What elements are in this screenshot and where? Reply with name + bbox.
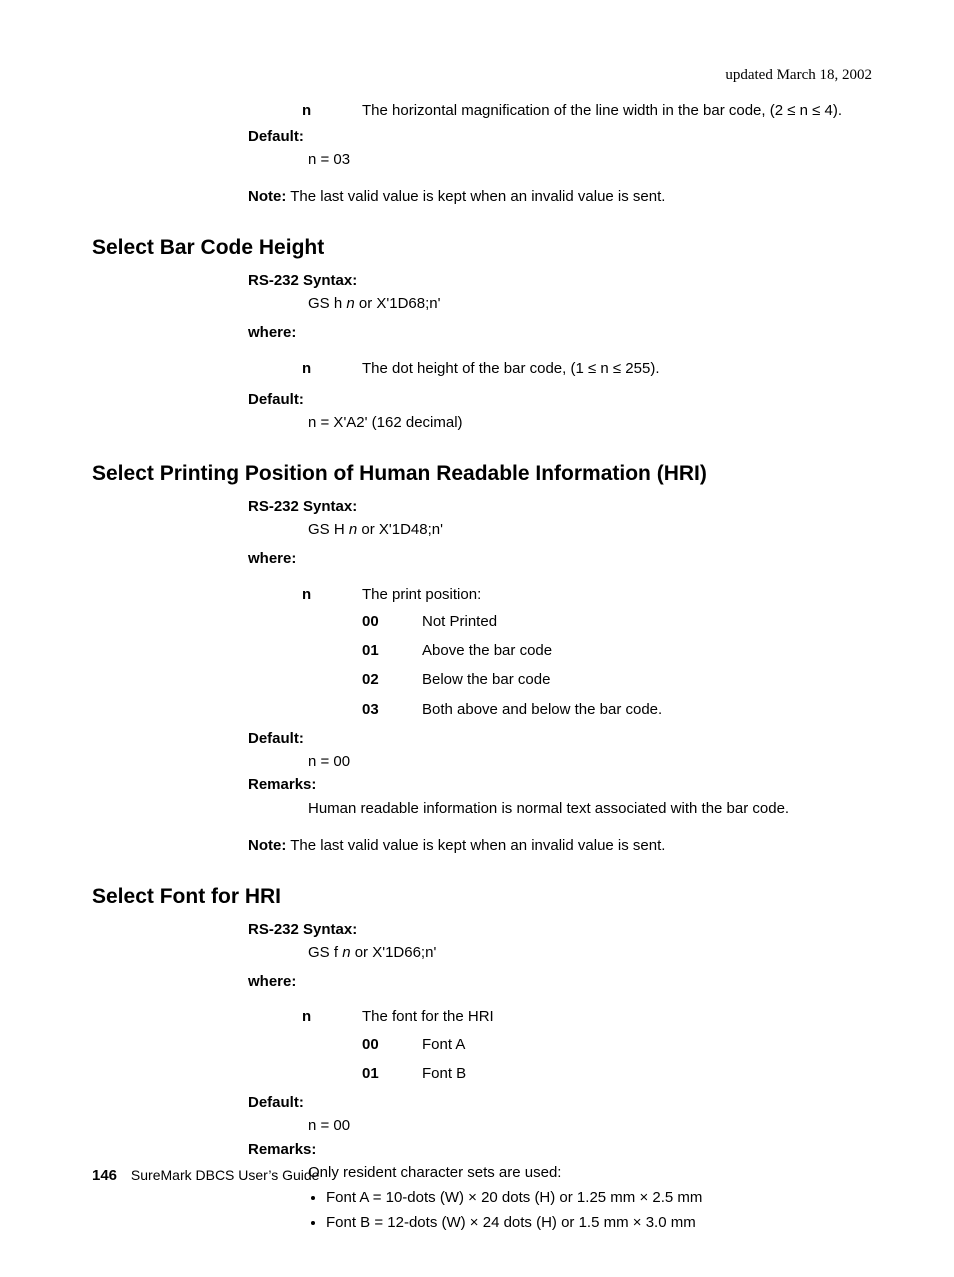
default-label: Default: xyxy=(248,1091,872,1114)
default-value: n = 00 xyxy=(308,1114,872,1137)
note-text: The last valid value is kept when an inv… xyxy=(290,188,665,205)
option-code: 01 xyxy=(362,639,422,662)
options-list: 00Not Printed 01Above the bar code 02Bel… xyxy=(362,610,872,721)
param-desc: The font for the HRI xyxy=(362,1005,872,1028)
note-label: Note: xyxy=(248,188,286,205)
options-list: 00Font A 01Font B xyxy=(362,1033,872,1086)
syntax-part: GS h xyxy=(308,295,346,312)
option-row: 02Below the bar code xyxy=(362,668,872,691)
option-text: Above the bar code xyxy=(422,639,552,662)
option-code: 01 xyxy=(362,1062,422,1085)
option-row: 00Not Printed xyxy=(362,610,872,633)
default-value: n = X'A2' (162 decimal) xyxy=(308,411,872,434)
param-n: n The dot height of the bar code, (1 ≤ n… xyxy=(302,357,872,380)
remarks-label: Remarks: xyxy=(248,1138,872,1161)
syntax-part-italic: n xyxy=(346,295,354,312)
syntax-value: GS H n or X'1D48;n' xyxy=(308,518,872,541)
option-text: Not Printed xyxy=(422,610,497,633)
syntax-value: GS f n or X'1D66;n' xyxy=(308,941,872,964)
page-number: 146 xyxy=(92,1167,117,1184)
param-desc: The dot height of the bar code, (1 ≤ n ≤… xyxy=(362,357,872,380)
section-heading-bar-code-height: Select Bar Code Height xyxy=(92,232,872,265)
syntax-part-italic: n xyxy=(342,944,350,961)
section-heading-hri-position: Select Printing Position of Human Readab… xyxy=(92,458,872,491)
default-label: Default: xyxy=(248,388,872,411)
footer-title: SureMark DBCS User’s Guide xyxy=(131,1167,320,1183)
param-label: n xyxy=(302,1005,362,1028)
remarks-label: Remarks: xyxy=(248,773,872,796)
where-label: where: xyxy=(248,547,872,570)
default-label: Default: xyxy=(248,125,872,148)
note: Note: The last valid value is kept when … xyxy=(248,185,872,208)
option-code: 00 xyxy=(362,1033,422,1056)
syntax-label: RS-232 Syntax: xyxy=(248,495,872,518)
syntax-part: or X'1D66;n' xyxy=(351,944,437,961)
section-heading-font-hri: Select Font for HRI xyxy=(92,881,872,914)
where-label: where: xyxy=(248,321,872,344)
param-desc: The horizontal magnification of the line… xyxy=(362,99,872,122)
note: Note: The last valid value is kept when … xyxy=(248,834,872,857)
syntax-part: GS f xyxy=(308,944,342,961)
syntax-value: GS h n or X'1D68;n' xyxy=(308,292,872,315)
syntax-label: RS-232 Syntax: xyxy=(248,269,872,292)
syntax-part: GS H xyxy=(308,521,349,538)
remarks-text: Human readable information is normal tex… xyxy=(308,797,872,820)
syntax-part: or X'1D68;n' xyxy=(355,295,441,312)
section-body: RS-232 Syntax: GS H n or X'1D48;n' where… xyxy=(248,495,872,857)
syntax-label: RS-232 Syntax: xyxy=(248,918,872,941)
default-label: Default: xyxy=(248,727,872,750)
param-label: n xyxy=(302,357,362,380)
option-row: 03Both above and below the bar code. xyxy=(362,698,872,721)
option-text: Below the bar code xyxy=(422,668,550,691)
updated-date: updated March 18, 2002 xyxy=(92,64,872,87)
option-row: 01Font B xyxy=(362,1062,872,1085)
remarks-text: Only resident character sets are used: xyxy=(308,1161,872,1184)
list-item: Font B = 12-dots (W) × 24 dots (H) or 1.… xyxy=(326,1211,872,1234)
param-label: n xyxy=(302,583,362,606)
note-text: The last valid value is kept when an inv… xyxy=(290,837,665,854)
where-label: where: xyxy=(248,970,872,993)
option-text: Font B xyxy=(422,1062,466,1085)
option-code: 03 xyxy=(362,698,422,721)
option-code: 02 xyxy=(362,668,422,691)
list-item: Font A = 10-dots (W) × 20 dots (H) or 1.… xyxy=(326,1186,872,1209)
option-text: Font A xyxy=(422,1033,465,1056)
param-n: n The font for the HRI xyxy=(302,1005,872,1028)
page-footer: 146 SureMark DBCS User’s Guide xyxy=(92,1164,319,1187)
syntax-part: or X'1D48;n' xyxy=(357,521,443,538)
option-text: Both above and below the bar code. xyxy=(422,698,662,721)
default-value: n = 03 xyxy=(308,148,872,171)
param-label: n xyxy=(302,99,362,122)
default-value: n = 00 xyxy=(308,750,872,773)
option-row: 00Font A xyxy=(362,1033,872,1056)
page-content: updated March 18, 2002 n The horizontal … xyxy=(0,0,954,1277)
syntax-part-italic: n xyxy=(349,521,357,538)
note-label: Note: xyxy=(248,837,286,854)
pre-section: n The horizontal magnification of the li… xyxy=(248,99,872,208)
remarks-bullets: Font A = 10-dots (W) × 20 dots (H) or 1.… xyxy=(304,1186,872,1235)
section-body: RS-232 Syntax: GS f n or X'1D66;n' where… xyxy=(248,918,872,1235)
param-n: n The print position: xyxy=(302,583,872,606)
option-code: 00 xyxy=(362,610,422,633)
param-n: n The horizontal magnification of the li… xyxy=(302,99,872,122)
section-body: RS-232 Syntax: GS h n or X'1D68;n' where… xyxy=(248,269,872,435)
option-row: 01Above the bar code xyxy=(362,639,872,662)
param-desc: The print position: xyxy=(362,583,872,606)
